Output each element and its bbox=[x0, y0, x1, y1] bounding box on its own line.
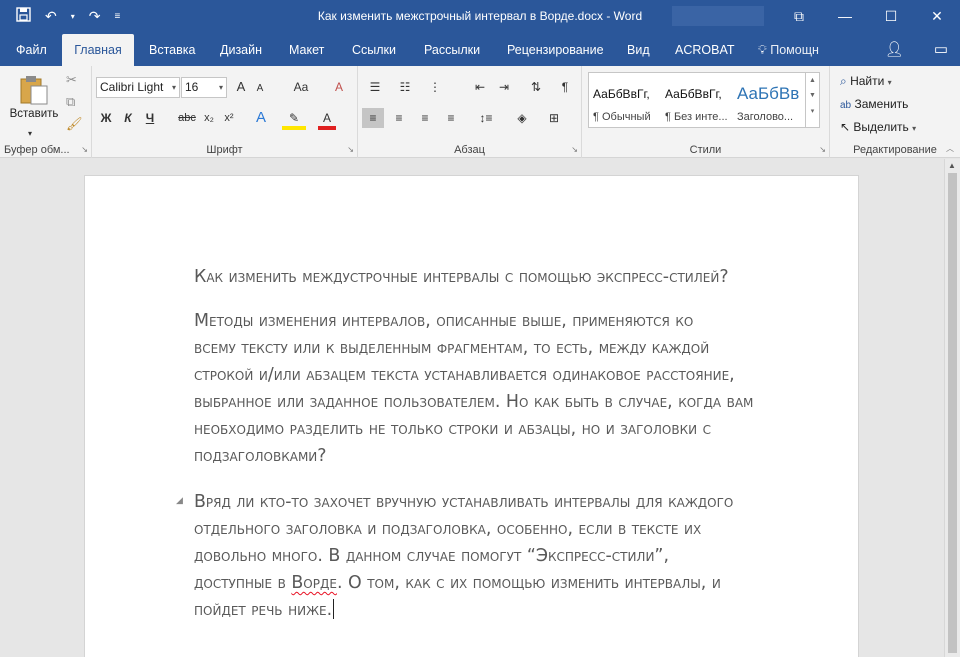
editing-group-label: Редактирование bbox=[853, 144, 937, 156]
font-launcher-icon[interactable]: ↘ bbox=[347, 145, 354, 154]
clipboard-group-label: Буфер обм... bbox=[4, 144, 70, 156]
clipboard-group: Вставить ▾ ✂ ⧉ 🖌︎ Буфер обм... ↘ bbox=[0, 66, 92, 158]
lightbulb-icon: 💡︎ bbox=[758, 43, 767, 57]
collapse-ribbon-icon[interactable]: ︿ bbox=[946, 143, 954, 154]
heading-line: Как изменить междустрочные интервалы с п… bbox=[194, 267, 729, 287]
italic-button[interactable]: К bbox=[120, 108, 136, 128]
chevron-down-icon: ▾ bbox=[912, 124, 917, 133]
paragraph-2: Вряд ли кто-то захочет вручную устанавли… bbox=[194, 489, 733, 624]
paragraph-2-line-4: доступные в Ворде. О том, как с их помощ… bbox=[194, 573, 721, 593]
paragraph-group: ☰ ☷ ⋮ ⇤ ⇥ ⇅ ¶ ≡ ≡ ≡ ≡ ↕≡ ◈ ⊞ Абзац ↘ bbox=[358, 66, 582, 158]
spelling-error-word[interactable]: Ворде bbox=[291, 573, 337, 593]
underline-button[interactable]: Ч bbox=[142, 108, 158, 128]
highlight-color-icon[interactable]: ✎ bbox=[282, 108, 306, 130]
tab-review[interactable]: Рецензирование bbox=[501, 34, 610, 66]
tab-insert[interactable]: Вставка bbox=[143, 34, 201, 66]
styles-group-label: Стили bbox=[689, 144, 722, 156]
styles-scroll[interactable]: ▲ ▼ ▾ bbox=[805, 73, 819, 127]
tab-file[interactable]: Файл bbox=[10, 34, 53, 66]
title-bar: ↶ ▾ ↷ ≡ Как изменить межстрочный интерва… bbox=[0, 0, 960, 34]
font-size-combo[interactable]: 16 ▾ bbox=[181, 77, 227, 98]
font-color-icon[interactable]: A bbox=[318, 108, 336, 130]
account-area bbox=[672, 6, 764, 26]
cut-icon[interactable]: ✂ bbox=[66, 72, 77, 88]
paste-icon[interactable] bbox=[18, 74, 50, 105]
font-group-label: Шрифт bbox=[206, 144, 243, 156]
chevron-down-icon: ▾ bbox=[218, 83, 223, 92]
strikethrough-button[interactable]: abc bbox=[176, 108, 198, 128]
paragraph-1: Методы изменения интервалов, описанные в… bbox=[194, 311, 754, 466]
ribbon-display-options-icon[interactable]: ⧉ bbox=[776, 0, 822, 32]
paste-dropdown-icon[interactable]: ▾ bbox=[28, 124, 32, 144]
line-spacing-icon[interactable]: ↕≡ bbox=[472, 108, 500, 128]
change-case-button[interactable]: Aa bbox=[288, 77, 314, 97]
clipboard-launcher-icon[interactable]: ↘ bbox=[81, 145, 88, 154]
chevron-up-icon[interactable]: ▲ bbox=[806, 77, 819, 84]
ribbon-home: Вставить ▾ ✂ ⧉ 🖌︎ Буфер обм... ↘ Calibri… bbox=[0, 66, 960, 158]
shrink-font-button[interactable]: A bbox=[252, 79, 268, 99]
sort-icon[interactable]: ⇅ bbox=[526, 77, 546, 97]
tab-design[interactable]: Дизайн bbox=[214, 34, 268, 66]
scroll-up-icon[interactable]: ▲ bbox=[948, 161, 956, 170]
align-right-icon[interactable]: ≡ bbox=[414, 108, 436, 128]
collapse-paragraph-icon[interactable]: ◢ bbox=[176, 496, 183, 506]
grow-font-button[interactable]: A bbox=[232, 77, 250, 97]
paragraph-group-label: Абзац bbox=[454, 144, 485, 156]
font-name-combo[interactable]: Calibri Light ▾ bbox=[96, 77, 180, 98]
chevron-down-icon: ▾ bbox=[171, 83, 176, 92]
superscript-button[interactable]: x² bbox=[220, 108, 238, 128]
copy-icon[interactable]: ⧉ bbox=[66, 94, 75, 110]
tab-view[interactable]: Вид bbox=[621, 34, 656, 66]
share-user-icon[interactable]: 👤︎ bbox=[885, 40, 904, 58]
multilevel-list-icon[interactable]: ⋮ bbox=[424, 77, 446, 97]
tab-layout[interactable]: Макет bbox=[283, 34, 330, 66]
text-cursor bbox=[333, 599, 335, 619]
style-no-spacing[interactable]: АаБбВвГг, ¶ Без инте... bbox=[661, 73, 733, 127]
subscript-button[interactable]: x₂ bbox=[200, 108, 218, 128]
font-group: Calibri Light ▾ 16 ▾ A A Aa A Ж К Ч abc x₂… bbox=[92, 66, 358, 158]
numbering-icon[interactable]: ☷ bbox=[394, 77, 416, 97]
clear-formatting-icon[interactable]: A bbox=[330, 77, 348, 97]
tab-acrobat[interactable]: ACROBAT bbox=[669, 34, 741, 66]
styles-gallery: АаБбВвГг, ¶ Обычный АаБбВвГг, ¶ Без инте… bbox=[588, 72, 820, 128]
replace-icon: ab bbox=[840, 100, 852, 111]
style-normal[interactable]: АаБбВвГг, ¶ Обычный bbox=[589, 73, 661, 127]
show-formatting-icon[interactable]: ¶ bbox=[556, 77, 574, 97]
decrease-indent-icon[interactable]: ⇤ bbox=[470, 77, 490, 97]
bold-button[interactable]: Ж bbox=[98, 108, 114, 128]
increase-indent-icon[interactable]: ⇥ bbox=[494, 77, 514, 97]
bullets-icon[interactable]: ☰ bbox=[364, 77, 386, 97]
close-icon[interactable]: ✕ bbox=[914, 0, 960, 32]
comments-icon[interactable]: ▭ bbox=[934, 40, 948, 58]
vertical-scrollbar[interactable]: ▲ bbox=[944, 159, 960, 657]
align-center-icon[interactable]: ≡ bbox=[388, 108, 410, 128]
justify-icon[interactable]: ≡ bbox=[440, 108, 462, 128]
style-heading1[interactable]: АаБбВв Заголово... bbox=[733, 73, 805, 127]
tab-tell-me[interactable]: 💡︎ Помощн bbox=[752, 34, 825, 66]
paragraph-2-line-5: пойдет речь ниже. bbox=[194, 599, 335, 620]
find-button[interactable]: ⌕ Найти ▾ bbox=[840, 74, 892, 89]
shading-icon[interactable]: ◈ bbox=[508, 108, 536, 128]
cursor-arrow-icon: ↖ bbox=[840, 120, 851, 134]
align-left-icon[interactable]: ≡ bbox=[362, 108, 384, 128]
ribbon-tabs: Файл Главная Вставка Дизайн Макет Ссылки… bbox=[0, 34, 960, 66]
maximize-icon[interactable]: ☐ bbox=[868, 0, 914, 32]
format-painter-icon[interactable]: 🖌︎ bbox=[66, 116, 83, 132]
text-effects-icon[interactable]: A bbox=[252, 108, 270, 128]
chevron-down-icon[interactable]: ▼ bbox=[806, 92, 819, 99]
minimize-icon[interactable]: — bbox=[822, 0, 868, 32]
replace-button[interactable]: ab Заменить bbox=[840, 97, 908, 111]
tab-home[interactable]: Главная bbox=[62, 34, 134, 66]
borders-icon[interactable]: ⊞ bbox=[540, 108, 568, 128]
chevron-down-icon: ▾ bbox=[887, 78, 892, 87]
search-icon: ⌕ bbox=[840, 74, 847, 88]
styles-launcher-icon[interactable]: ↘ bbox=[819, 145, 826, 154]
select-button[interactable]: ↖ Выделить ▾ bbox=[840, 120, 916, 134]
tab-mailings[interactable]: Рассылки bbox=[418, 34, 486, 66]
tab-references[interactable]: Ссылки bbox=[346, 34, 402, 66]
paste-button[interactable]: Вставить bbox=[6, 108, 62, 120]
more-styles-icon[interactable]: ▾ bbox=[806, 107, 819, 115]
paragraph-launcher-icon[interactable]: ↘ bbox=[571, 145, 578, 154]
scroll-thumb[interactable] bbox=[948, 173, 957, 653]
